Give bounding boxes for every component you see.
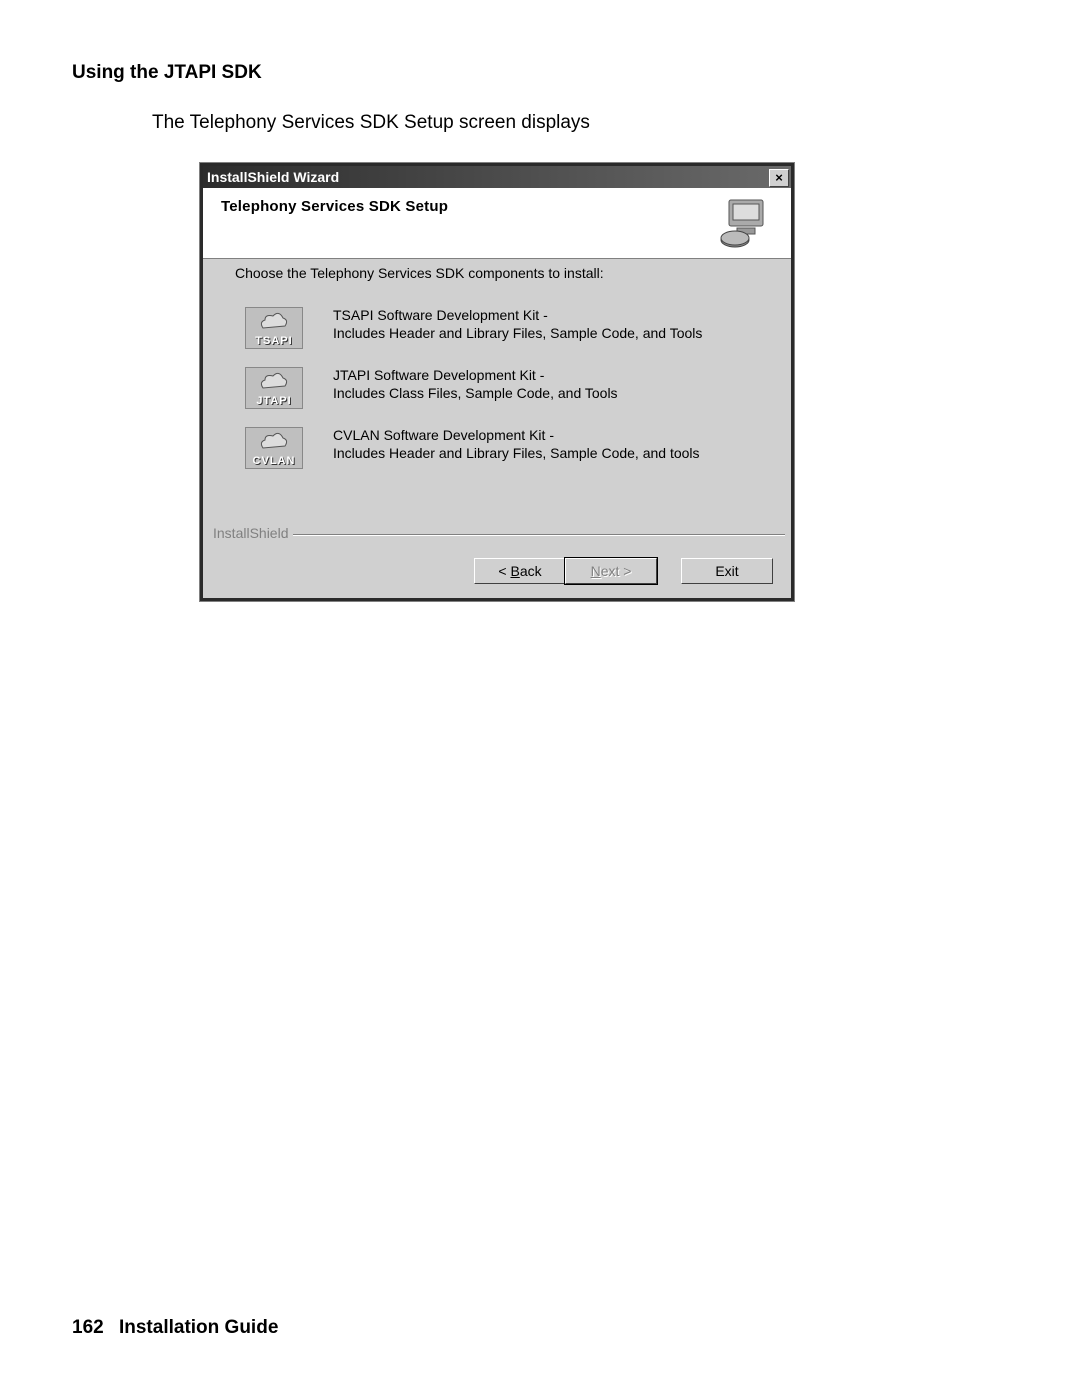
tsapi-icon: TSAPI <box>245 307 303 349</box>
option-tsapi[interactable]: TSAPI TSAPI Software Development Kit - I… <box>245 307 702 349</box>
jtapi-icon: JTAPI <box>245 367 303 409</box>
option-cvlan[interactable]: CVLAN CVLAN Software Development Kit - I… <box>245 427 700 469</box>
option-cvlan-text: CVLAN Software Development Kit - Include… <box>333 427 700 462</box>
choose-text: Choose the Telephony Services SDK compon… <box>235 265 604 281</box>
next-button[interactable]: Next > <box>565 558 657 584</box>
option-jtapi-text: JTAPI Software Development Kit - Include… <box>333 367 618 402</box>
cvlan-icon-label: CVLAN <box>253 455 296 467</box>
back-button[interactable]: < Back <box>474 558 566 584</box>
option-jtapi[interactable]: JTAPI JTAPI Software Development Kit - I… <box>245 367 618 409</box>
disk-computer-icon <box>719 192 777 250</box>
intro-text: The Telephony Services SDK Setup screen … <box>152 112 590 134</box>
page-number: 162 <box>72 1317 104 1338</box>
installshield-label: InstallShield <box>209 525 293 541</box>
dialog-footer: InstallShield < Back Next > Exit <box>203 534 791 598</box>
tsapi-icon-label: TSAPI <box>255 335 292 347</box>
page-footer: 162 Installation Guide <box>72 1317 278 1339</box>
footer-title: Installation Guide <box>119 1317 278 1338</box>
close-icon: × <box>775 171 783 184</box>
installshield-dialog: InstallShield Wizard × Telephony Service… <box>200 163 794 601</box>
exit-button[interactable]: Exit <box>681 558 773 584</box>
separator-line <box>209 534 785 536</box>
content-area: Choose the Telephony Services SDK compon… <box>203 259 791 539</box>
window-title: InstallShield Wizard <box>207 169 339 185</box>
banner: Telephony Services SDK Setup <box>203 188 791 259</box>
titlebar[interactable]: InstallShield Wizard × <box>203 166 791 188</box>
option-tsapi-text: TSAPI Software Development Kit - Include… <box>333 307 702 342</box>
close-button[interactable]: × <box>769 169 789 187</box>
cvlan-icon: CVLAN <box>245 427 303 469</box>
banner-title: Telephony Services SDK Setup <box>221 198 448 215</box>
section-heading: Using the JTAPI SDK <box>72 62 262 84</box>
jtapi-icon-label: JTAPI <box>256 395 291 407</box>
